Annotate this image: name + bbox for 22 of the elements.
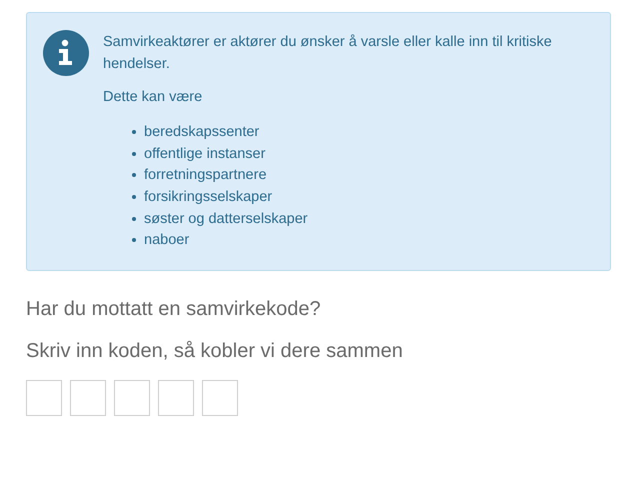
list-item: forretningspartnere [144,166,267,186]
bullet-icon [132,194,136,199]
list-item: forsikringsselskaper [144,188,272,207]
bullet-icon [132,130,136,134]
code-input-field[interactable] [158,380,194,416]
heading: Har du mottatt en samvirkekode? [26,297,322,322]
list-item: søster og datterselskaper [144,210,308,229]
list-item: naboer [144,231,190,250]
code-input-field[interactable] [202,380,238,416]
info-text: Samvirkeaktører er aktører du ønsker å varsle eller kalle inn til kritiske hendelser. [103,33,553,74]
bullet-icon [132,152,136,156]
list-item: beredskapssenter [144,122,260,142]
bullet-icon [132,216,136,221]
info-text: Dette kan være [103,88,204,107]
code-input-field[interactable] [26,380,62,416]
bullet-icon [132,173,136,178]
bullet-icon [132,238,136,242]
code-input-field[interactable] [70,380,106,416]
list-item: offentlige instanser [144,144,266,164]
code-input-field[interactable] [114,380,150,416]
info-icon [43,30,89,76]
subheading: Skriv inn koden, så kobler vi dere sammen [26,339,404,364]
